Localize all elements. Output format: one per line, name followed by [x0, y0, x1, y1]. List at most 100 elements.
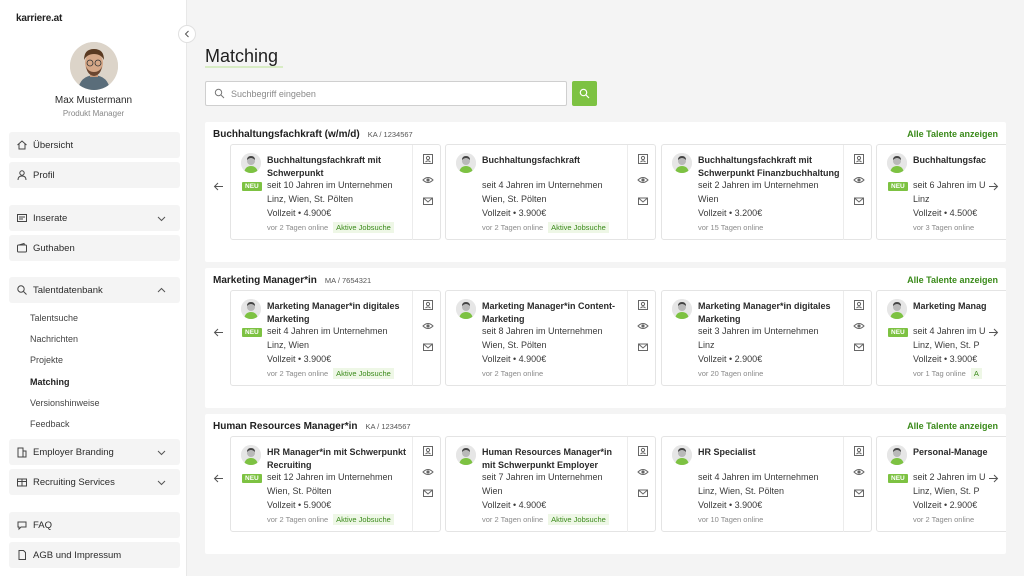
talent-card[interactable]: Human Resources Manager*in mit Schwerpun…: [445, 436, 656, 532]
logo[interactable]: karriere.at: [16, 13, 62, 24]
nav-ads-label: Inserate: [33, 212, 68, 224]
nav-credit[interactable]: Guthaben: [9, 235, 180, 261]
eye-icon[interactable]: [422, 466, 434, 478]
nav-recruiting[interactable]: Recruiting Services: [9, 469, 180, 495]
talent-location: Linz: [913, 194, 930, 204]
talent-location: Linz, Wien, St. Pölten: [267, 194, 354, 204]
talent-online-status: vor 2 Tagen online Aktive Jobsuche: [267, 514, 394, 525]
profile-card-icon[interactable]: [853, 153, 865, 165]
talent-salary: Vollzeit • 4.900€: [482, 354, 547, 364]
talent-location: Linz, Wien, St. Pölten: [698, 486, 785, 496]
search-input[interactable]: [231, 88, 551, 99]
carousel-prev-button[interactable]: [211, 471, 225, 485]
talent-card[interactable]: Marketing Manager*in digitales Marketing…: [661, 290, 872, 386]
talent-experience: seit 2 Jahren im Unternehmen: [698, 180, 819, 190]
talent-online-status: vor 2 Tagen online Aktive Jobsuche: [482, 222, 609, 233]
new-badge: NEU: [888, 182, 908, 191]
carousel-next-button[interactable]: [986, 179, 1000, 193]
talent-card[interactable]: NEU HR Manager*in mit Schwerpunkt Recruit…: [230, 436, 441, 532]
talent-last-online: vor 2 Tagen online: [913, 515, 975, 524]
talent-search-icon: [17, 285, 27, 295]
talent-salary: Vollzeit • 3.200€: [698, 208, 763, 218]
profile-card-icon[interactable]: [637, 299, 649, 311]
carousel-prev-button[interactable]: [211, 179, 225, 193]
talent-card[interactable]: NEU Marketing Manager*in digitales Market…: [230, 290, 441, 386]
chat-icon: [17, 521, 27, 531]
mail-icon[interactable]: [637, 341, 649, 353]
mail-icon[interactable]: [422, 341, 434, 353]
match-section: Buchhaltungsfachkraft (w/m/d) KA / 123456…: [205, 122, 1006, 262]
talent-last-online: vor 2 Tagen online: [482, 223, 544, 232]
mail-icon[interactable]: [637, 487, 649, 499]
nav-ads[interactable]: Inserate: [9, 205, 180, 231]
eye-icon[interactable]: [422, 174, 434, 186]
subnav-talentsuche[interactable]: Talentsuche: [30, 313, 78, 323]
mail-icon[interactable]: [853, 195, 865, 207]
talent-carousel: NEU HR Manager*in mit Schwerpunkt Recruit…: [230, 436, 1006, 532]
mail-icon[interactable]: [422, 195, 434, 207]
talent-card[interactable]: Marketing Manager*in Content-Marketing se…: [445, 290, 656, 386]
show-all-talents-link[interactable]: Alle Talente anzeigen: [907, 129, 998, 139]
eye-icon[interactable]: [853, 174, 865, 186]
arrow-left-icon: [213, 328, 223, 336]
nav-overview[interactable]: Übersicht: [9, 132, 180, 158]
eye-icon[interactable]: [853, 320, 865, 332]
subnav-nachrichten[interactable]: Nachrichten: [30, 334, 78, 344]
nav-imprint[interactable]: AGB und Impressum: [9, 542, 180, 568]
talent-last-online: vor 2 Tagen online: [267, 515, 329, 524]
services-icon: [17, 478, 27, 487]
search-button[interactable]: [572, 81, 597, 106]
new-badge: NEU: [242, 182, 262, 191]
card-actions: [843, 437, 873, 532]
talent-experience: seit 7 Jahren im Unternehmen: [482, 472, 603, 482]
talent-card[interactable]: Buchhaltungsfachkraft seit 4 Jahren im Un…: [445, 144, 656, 240]
job-search-status-badge: Aktive Jobsuche: [333, 368, 394, 379]
talent-salary: Vollzeit • 4.900€: [267, 208, 332, 218]
eye-icon[interactable]: [637, 174, 649, 186]
profile-card-icon[interactable]: [637, 445, 649, 457]
section-title: Buchhaltungsfachkraft (w/m/d) KA / 123456…: [213, 129, 413, 140]
arrow-left-icon: [213, 474, 223, 482]
subnav-versionshinweise[interactable]: Versionshinweise: [30, 398, 100, 408]
carousel-prev-button[interactable]: [211, 325, 225, 339]
profile-card-icon[interactable]: [422, 299, 434, 311]
talent-experience: seit 3 Jahren im Unternehmen: [698, 326, 819, 336]
mail-icon[interactable]: [853, 341, 865, 353]
profile-card-icon[interactable]: [637, 153, 649, 165]
carousel-next-button[interactable]: [986, 471, 1000, 485]
eye-icon[interactable]: [637, 466, 649, 478]
show-all-talents-link[interactable]: Alle Talente anzeigen: [907, 421, 998, 431]
talent-location: Linz, Wien, St. P: [913, 340, 980, 350]
profile-card-icon[interactable]: [422, 153, 434, 165]
search-box[interactable]: [205, 81, 567, 106]
talent-card[interactable]: NEU Buchhaltungsfachkraft mit Schwerpunkt…: [230, 144, 441, 240]
card-actions: [412, 437, 442, 532]
mail-icon[interactable]: [422, 487, 434, 499]
talent-avatar: [672, 445, 692, 465]
eye-icon[interactable]: [637, 320, 649, 332]
talent-avatar: [241, 299, 261, 319]
user-name: Max Mustermann: [54, 95, 133, 106]
arrow-right-icon: [988, 474, 998, 482]
mail-icon[interactable]: [637, 195, 649, 207]
wallet-icon: [17, 242, 27, 253]
talent-card[interactable]: Buchhaltungsfachkraft mit Schwerpunkt Fi…: [661, 144, 872, 240]
profile-card-icon[interactable]: [422, 445, 434, 457]
nav-talentdb[interactable]: Talentdatenbank: [9, 277, 180, 303]
eye-icon[interactable]: [422, 320, 434, 332]
carousel-next-button[interactable]: [986, 325, 1000, 339]
mail-icon[interactable]: [853, 487, 865, 499]
show-all-talents-link[interactable]: Alle Talente anzeigen: [907, 275, 998, 285]
eye-icon[interactable]: [853, 466, 865, 478]
subnav-feedback[interactable]: Feedback: [30, 419, 70, 429]
profile-card-icon[interactable]: [853, 445, 865, 457]
subnav-projekte[interactable]: Projekte: [30, 355, 63, 365]
talent-card[interactable]: HR Specialist seit 4 Jahren im Unternehme…: [661, 436, 872, 532]
sidebar-collapse-button[interactable]: [178, 25, 196, 43]
profile-card-icon[interactable]: [853, 299, 865, 311]
talent-last-online: vor 2 Tagen online: [482, 369, 544, 378]
nav-faq[interactable]: FAQ: [9, 512, 180, 538]
subnav-matching[interactable]: Matching: [30, 377, 70, 387]
nav-profile[interactable]: Profil: [9, 162, 180, 188]
nav-employer-branding[interactable]: Employer Branding: [9, 439, 180, 465]
